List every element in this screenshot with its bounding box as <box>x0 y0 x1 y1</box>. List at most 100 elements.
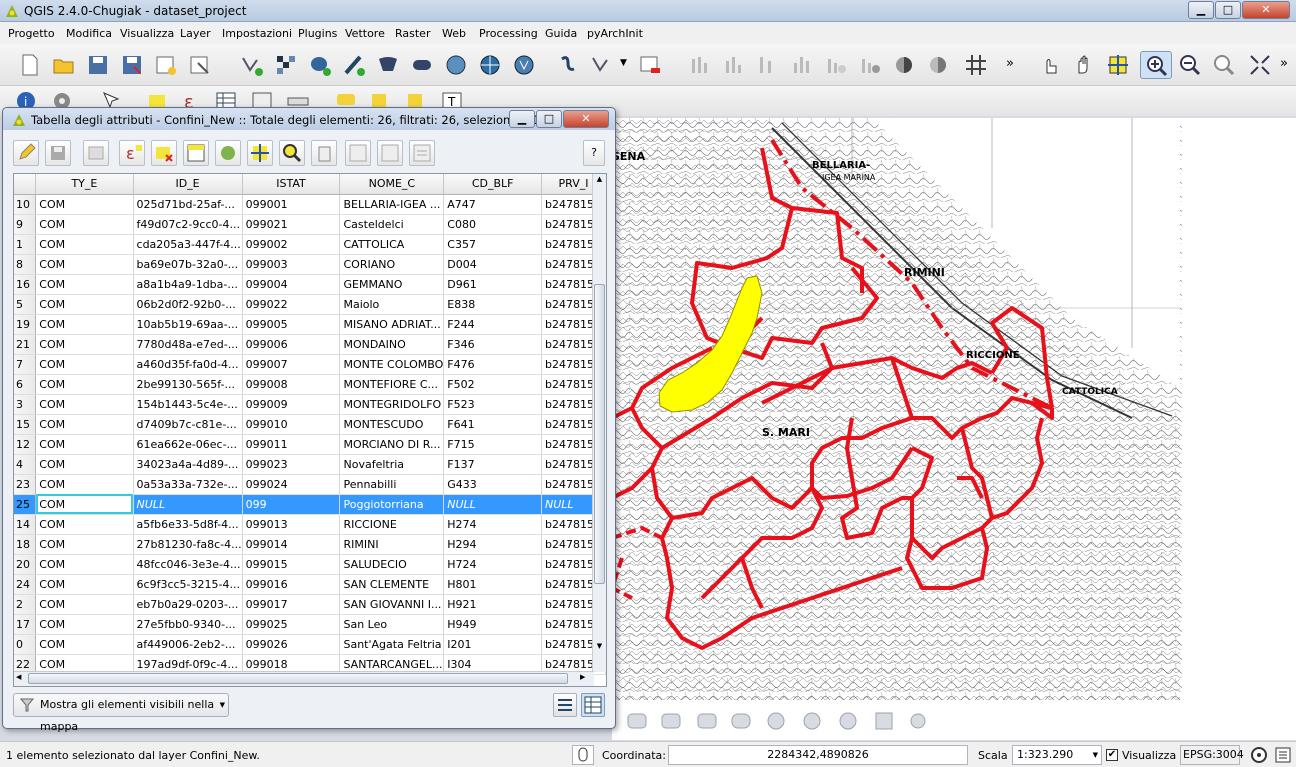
table-cell[interactable]: COM <box>35 594 134 615</box>
row-header[interactable]: 23 <box>14 474 37 495</box>
table-cell[interactable]: RIMINI <box>339 534 445 555</box>
scroll-down-arrow-icon[interactable]: ▼ <box>594 642 605 654</box>
table-row[interactable]: 21 COM 7780d48a-e7ed-... 099006 MONDAINO F346… <box>14 334 606 355</box>
table-horizontal-scrollbar[interactable]: ◀ ▶ <box>14 671 594 686</box>
table-cell[interactable]: A747 <box>443 194 543 215</box>
new-project-icon[interactable] <box>18 53 42 77</box>
table-cell[interactable]: NULL <box>443 494 543 515</box>
table-row[interactable]: 20 COM 48fcc046-3e3e-4... 099015 SALUDECIO H7… <box>14 554 606 575</box>
zoom-out-icon[interactable] <box>1178 53 1202 77</box>
row-header[interactable]: 18 <box>14 534 37 555</box>
toolbar-overflow-icon[interactable]: » <box>1006 56 1014 71</box>
table-cell[interactable]: COM <box>35 234 134 255</box>
row-header[interactable]: 16 <box>14 274 37 295</box>
table-row[interactable]: 14 COM a5fb6e33-5d8f-4... 099013 RICCIONE H27… <box>14 514 606 535</box>
menu-processing[interactable]: Processing <box>479 27 538 40</box>
table-cell[interactable]: San Leo <box>339 614 445 635</box>
table-cell[interactable]: 154b1443-5c4e-... <box>133 394 243 415</box>
map-canvas[interactable]: BELLARIA- IGEA MARINA RIMINI RICCIONE CA… <box>612 118 1296 740</box>
menu-layer[interactable]: Layer <box>180 27 211 40</box>
table-cell[interactable]: D961 <box>443 274 543 295</box>
dialog-minimize-button[interactable]: ▁ <box>509 110 535 128</box>
row-header[interactable]: 5 <box>14 294 37 315</box>
row-header[interactable]: 10 <box>14 194 37 215</box>
column-header-nome-c[interactable]: NOME_C <box>339 174 445 195</box>
full-histogram-stretch-icon[interactable] <box>756 53 780 77</box>
table-cell[interactable]: Pennabilli <box>339 474 445 495</box>
increase-brightness-icon[interactable] <box>824 53 848 77</box>
table-cell[interactable]: F523 <box>443 394 543 415</box>
menu-progetto[interactable]: Progetto <box>8 27 55 40</box>
table-cell[interactable]: C357 <box>443 234 543 255</box>
table-row[interactable]: 25 COM NULL 099 Poggiotorriana NULL NULL <box>14 494 606 515</box>
table-cell[interactable]: MONTE COLOMBO <box>339 354 445 375</box>
table-cell[interactable]: 025d71bd-25af-... <box>133 194 243 215</box>
row-header[interactable]: 1 <box>14 234 37 255</box>
local-histogram-stretch-icon[interactable] <box>722 53 746 77</box>
row-header[interactable]: 2 <box>14 594 37 615</box>
table-cell[interactable]: COM <box>35 314 134 335</box>
row-header[interactable]: 15 <box>14 414 37 435</box>
table-cell[interactable]: 7780d48a-e7ed-... <box>133 334 243 355</box>
table-cell[interactable]: H724 <box>443 554 543 575</box>
dialog-maximize-button[interactable]: □ <box>536 110 562 128</box>
table-cell[interactable]: MONTEFIORE C... <box>339 374 445 395</box>
table-row[interactable]: 24 COM 6c9f3cc5-3215-4... 099016 SAN CLEMENT… <box>14 574 606 595</box>
add-wcs-layer-icon[interactable] <box>478 53 502 77</box>
table-cell[interactable]: COM <box>35 554 134 575</box>
save-project-icon[interactable] <box>86 53 110 77</box>
coordinate-field[interactable]: 2284342,4890826 <box>668 745 968 765</box>
table-cell[interactable]: COM <box>35 434 134 455</box>
dialog-close-button[interactable]: ✕ <box>563 110 609 128</box>
table-cell[interactable]: F244 <box>443 314 543 335</box>
table-cell[interactable]: COM <box>35 394 134 415</box>
field-calculator-button[interactable] <box>409 140 435 166</box>
row-header[interactable]: 21 <box>14 334 37 355</box>
table-row[interactable]: 7 COM a460d35f-fa0d-4... 099007 MONTE COLOMB… <box>14 354 606 375</box>
minimize-button[interactable]: ▁ <box>1188 1 1214 19</box>
table-cell[interactable]: 6c9f3cc5-3215-4... <box>133 574 243 595</box>
table-cell[interactable]: CATTOLICA <box>339 234 445 255</box>
table-row[interactable]: 4 COM 34023a4a-4d89-... 099023 Novafeltria F1… <box>14 454 606 475</box>
table-cell[interactable]: F641 <box>443 414 543 435</box>
table-cell[interactable]: 099017 <box>242 594 341 615</box>
table-cell[interactable]: 099022 <box>242 294 341 315</box>
add-wfs-layer-icon[interactable] <box>512 53 536 77</box>
delete-column-button[interactable] <box>345 140 371 166</box>
table-cell[interactable]: a8a1b4a9-1dba-... <box>133 274 243 295</box>
table-cell[interactable]: 099015 <box>242 554 341 575</box>
move-selection-to-top-button[interactable] <box>183 140 209 166</box>
table-row[interactable]: 3 COM 154b1443-5c4e-... 099009 MONTEGRIDOLFO… <box>14 394 606 415</box>
table-cell[interactable]: COM <box>35 514 134 535</box>
table-cell[interactable]: COM <box>35 534 134 555</box>
histogram-stretch-icon[interactable] <box>688 53 712 77</box>
table-cell[interactable]: MONTEGRIDOLFO <box>339 394 445 415</box>
table-cell[interactable]: COM <box>35 414 134 435</box>
toolbar-overflow-icon-2[interactable]: » <box>1280 56 1288 71</box>
table-cell[interactable]: 099005 <box>242 314 341 335</box>
table-cell[interactable]: Casteldelci <box>339 214 445 235</box>
table-cell[interactable]: SAN CLEMENTE <box>339 574 445 595</box>
table-cell[interactable]: 61ea662e-06ec-... <box>133 434 243 455</box>
table-cell[interactable]: H274 <box>443 514 543 535</box>
table-cell[interactable]: f49d07c2-9cc0-4... <box>133 214 243 235</box>
table-cell[interactable]: 099001 <box>242 194 341 215</box>
local-cumulative-cut-icon[interactable] <box>790 53 814 77</box>
table-cell[interactable]: 099004 <box>242 274 341 295</box>
add-vector-layer-icon[interactable] <box>240 53 264 77</box>
table-cell[interactable]: 099026 <box>242 634 341 655</box>
table-cell[interactable]: 099021 <box>242 214 341 235</box>
table-cell[interactable]: Sant'Agata Feltria <box>339 634 445 655</box>
row-header[interactable]: 24 <box>14 574 37 595</box>
table-cell[interactable]: G433 <box>443 474 543 495</box>
close-button[interactable]: ✕ <box>1242 1 1290 19</box>
composer-manager-icon[interactable] <box>188 53 212 77</box>
column-header-cd-blf[interactable]: CD_BLF <box>443 174 543 195</box>
table-cell[interactable]: F715 <box>443 434 543 455</box>
scroll-right-arrow-icon[interactable]: ▶ <box>580 673 585 681</box>
remove-layer-icon[interactable] <box>638 53 662 77</box>
copy-rows-button[interactable] <box>311 140 337 166</box>
table-row[interactable]: 23 COM 0a53a33a-732e-... 099024 Pennabilli G4… <box>14 474 606 495</box>
table-cell[interactable]: D004 <box>443 254 543 275</box>
row-header[interactable]: 12 <box>14 434 37 455</box>
